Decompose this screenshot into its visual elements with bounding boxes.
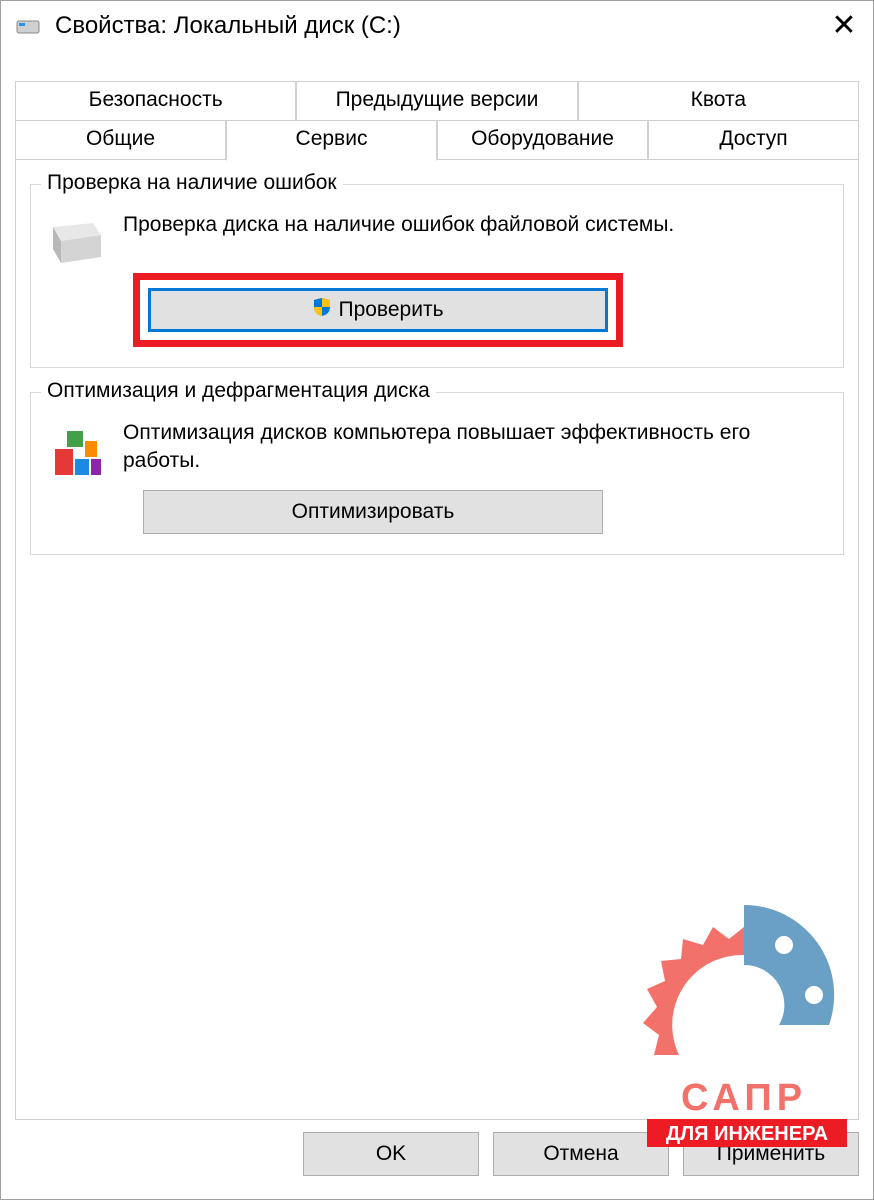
ok-button[interactable]: OK xyxy=(303,1132,479,1176)
check-button-highlight: Проверить xyxy=(133,273,623,347)
tab-quota[interactable]: Квота xyxy=(578,81,859,120)
dialog-buttons: OK Отмена Применить xyxy=(1,1120,873,1190)
titlebar: Свойства: Локальный диск (C:) ✕ xyxy=(1,1,873,51)
check-button[interactable]: Проверить xyxy=(148,288,608,332)
section-optimize: Оптимизация и дефрагментация диска Оптим… xyxy=(30,392,844,555)
optimize-button-wrap: Оптимизировать xyxy=(143,490,603,534)
tab-hardware[interactable]: Оборудование xyxy=(437,120,648,160)
check-button-label: Проверить xyxy=(338,298,443,322)
tab-previous-versions[interactable]: Предыдущие версии xyxy=(296,81,577,120)
close-button[interactable]: ✕ xyxy=(829,11,859,41)
tab-sharing[interactable]: Доступ xyxy=(648,120,859,160)
shield-icon xyxy=(312,297,332,323)
section-error-check: Проверка на наличие ошибок Проверка диск… xyxy=(30,184,844,368)
defrag-icon xyxy=(49,425,105,481)
apply-button-label: Применить xyxy=(717,1142,826,1166)
section-error-check-text: Проверка диска на наличие ошибок файлово… xyxy=(123,211,831,239)
section-error-check-legend: Проверка на наличие ошибок xyxy=(41,171,343,195)
drive-check-icon xyxy=(49,217,105,273)
cancel-button[interactable]: Отмена xyxy=(493,1132,669,1176)
optimize-button-label: Оптимизировать xyxy=(292,500,455,524)
tab-general[interactable]: Общие xyxy=(15,120,226,160)
tab-security[interactable]: Безопасность xyxy=(15,81,296,120)
window-title: Свойства: Локальный диск (C:) xyxy=(55,12,829,40)
tabs-container: Безопасность Предыдущие версии Квота Общ… xyxy=(15,81,859,160)
section-optimize-legend: Оптимизация и дефрагментация диска xyxy=(41,379,436,403)
tab-tools[interactable]: Сервис xyxy=(226,120,437,161)
ok-button-label: OK xyxy=(376,1142,406,1166)
apply-button[interactable]: Применить xyxy=(683,1132,859,1176)
section-optimize-text: Оптимизация дисков компьютера повышает э… xyxy=(123,419,831,476)
drive-icon xyxy=(15,13,41,39)
tab-content: Проверка на наличие ошибок Проверка диск… xyxy=(15,160,859,1120)
cancel-button-label: Отмена xyxy=(543,1142,618,1166)
optimize-button[interactable]: Оптимизировать xyxy=(143,490,603,534)
